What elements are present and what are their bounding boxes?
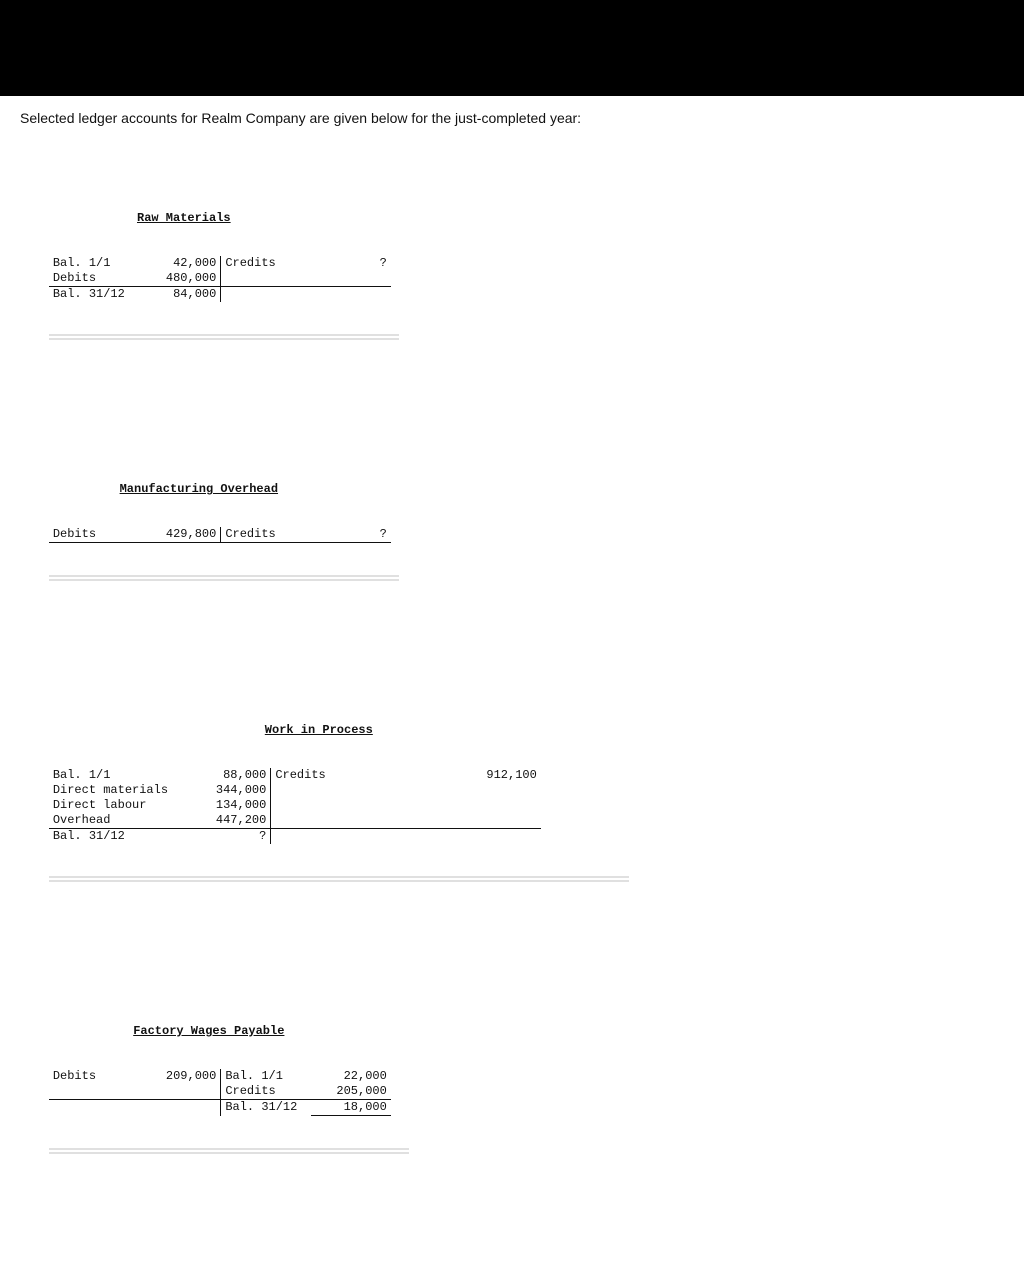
account-title: Manufacturing Overhead <box>104 482 294 497</box>
row-amount: 429,800 <box>166 527 216 541</box>
row-amount: 134,000 <box>216 798 266 812</box>
row-label: Bal. 31/12 <box>53 287 125 301</box>
row-label: Credits <box>225 256 275 270</box>
row-amount: 344,000 <box>216 783 266 797</box>
ledger-area: Raw Materials Bal. 1/1 42,000 Credits ? … <box>20 136 1004 1280</box>
row-label: Debits <box>53 527 96 541</box>
account-title: Work in Process <box>249 723 389 738</box>
row-amount: 912,100 <box>486 768 536 782</box>
row-label: Bal. 1/1 <box>53 768 111 782</box>
t-account-manufacturing-overhead: Manufacturing Overhead Debits 429,800 Cr… <box>49 452 399 613</box>
account-title: Raw Materials <box>119 211 249 226</box>
row-label: Debits <box>53 1069 96 1083</box>
row-amount: 18,000 <box>344 1100 387 1114</box>
row-amount: 22,000 <box>344 1069 387 1083</box>
t-account-work-in-process: Work in Process Bal. 1/1 88,000 Credits … <box>49 693 629 914</box>
row-amount: ? <box>380 256 387 270</box>
row-label: Debits <box>53 271 96 285</box>
row-amount: 42,000 <box>173 256 216 270</box>
content: Selected ledger accounts for Realm Compa… <box>0 96 1024 1280</box>
row-amount: 88,000 <box>223 768 266 782</box>
intro-text: Selected ledger accounts for Realm Compa… <box>20 110 1004 126</box>
row-label: Bal. 1/1 <box>225 1069 283 1083</box>
row-label: Credits <box>225 1084 275 1098</box>
row-label: Bal. 31/12 <box>53 829 125 843</box>
row-label: Credits <box>275 768 325 782</box>
row-amount: ? <box>259 829 266 843</box>
row-label: Direct materials <box>53 783 168 797</box>
row-label: Bal. 31/12 <box>225 1100 297 1114</box>
top-banner <box>0 0 1024 96</box>
t-account-raw-materials: Raw Materials Bal. 1/1 42,000 Credits ? … <box>49 181 399 372</box>
row-amount: 480,000 <box>166 271 216 285</box>
row-amount: 447,200 <box>216 813 266 827</box>
row-amount: 84,000 <box>173 287 216 301</box>
t-account-factory-wages-payable: Factory Wages Payable Debits 209,000 Bal… <box>49 994 409 1186</box>
row-label: Direct labour <box>53 798 147 812</box>
account-title: Factory Wages Payable <box>119 1024 299 1039</box>
t-account-finished-goods: Finished Goods Bal. 1/1 61,600 Credit ? … <box>49 1266 489 1280</box>
row-amount: ? <box>380 527 387 541</box>
row-label: Overhead <box>53 813 111 827</box>
row-amount: 209,000 <box>166 1069 216 1083</box>
row-label: Bal. 1/1 <box>53 256 111 270</box>
row-amount: 205,000 <box>336 1084 386 1098</box>
row-label: Credits <box>225 527 275 541</box>
